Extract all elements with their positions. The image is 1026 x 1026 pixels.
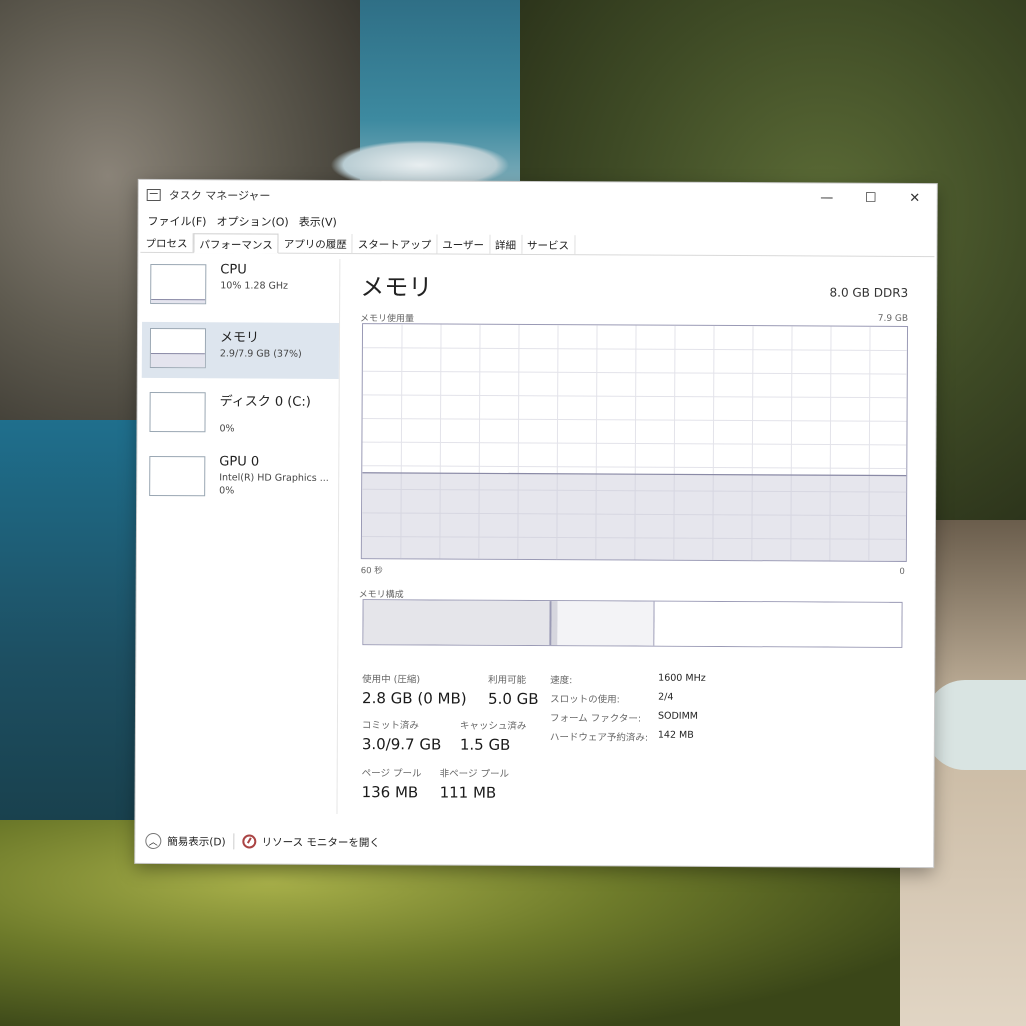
memory-properties: 速度: 1600 MHz スロットの使用: 2/4 フォーム ファクター: SO… <box>550 672 706 744</box>
resource-detail: 2.9/7.9 GB (37%) <box>219 348 302 360</box>
resource-name: CPU <box>220 262 247 278</box>
window-controls: — ☐ ✕ <box>805 183 937 212</box>
fewer-details-button[interactable]: ︿ 簡易表示(D) <box>145 832 226 850</box>
window-title: タスク マネージャー <box>168 189 271 203</box>
tab-services[interactable]: サービス <box>522 234 576 255</box>
composition-in-use <box>363 600 552 646</box>
footer-separator <box>233 833 235 850</box>
stat-paged-pool: ページ プール 136 MB <box>362 765 422 801</box>
tab-details[interactable]: 詳細 <box>490 234 523 254</box>
task-manager-window: タスク マネージャー — ☐ ✕ ファイル(F) オプション(O) 表示(V) … <box>135 179 937 868</box>
resource-item-gpu[interactable]: GPU 0 Intel(R) HD Graphics ... 0% <box>141 450 338 507</box>
menu-view[interactable]: 表示(V) <box>294 212 342 232</box>
composition-free <box>653 601 902 647</box>
resource-name: GPU 0 <box>219 454 260 470</box>
resource-monitor-icon <box>242 834 257 849</box>
stat-label: キャッシュ済み <box>459 720 527 732</box>
disk-mini-graph <box>149 391 206 433</box>
stat-nonpaged-pool: 非ページ プール 111 MB <box>440 765 510 801</box>
resource-name: ディスク 0 (C:) <box>219 394 311 410</box>
stat-available: 利用可能 5.0 GB <box>488 672 539 708</box>
open-resource-monitor-link[interactable]: リソース モニターを開く <box>242 834 380 850</box>
stat-value: 5.0 GB <box>488 689 539 709</box>
resource-list: CPU 10% 1.28 GHz メモリ 2.9/7.9 GB (37%) ディ… <box>139 257 341 814</box>
prop-slots-label: スロットの使用: <box>550 694 620 706</box>
memory-panel: メモリ 8.0 GB DDR3 メモリ使用量 7.9 GB 60 秒 0 メモリ… <box>357 267 914 817</box>
tab-app-history[interactable]: アプリの履歴 <box>278 233 353 254</box>
prop-reserved-value: 142 MB <box>657 729 694 741</box>
stat-value: 2.8 GB (0 MB) <box>362 689 467 708</box>
title-bar[interactable]: タスク マネージャー — ☐ ✕ <box>139 180 937 214</box>
tab-users[interactable]: ユーザー <box>437 234 491 254</box>
memory-usage-svg <box>361 324 909 562</box>
resource-detail: Intel(R) HD Graphics ... <box>219 472 329 484</box>
stat-cached: キャッシュ済み 1.5 GB <box>460 718 527 754</box>
task-manager-icon <box>146 188 161 202</box>
resource-item-cpu[interactable]: CPU 10% 1.28 GHz <box>142 258 339 315</box>
fewer-details-label: 簡易表示(D) <box>167 835 226 848</box>
prop-speed-value: 1600 MHz <box>658 672 706 684</box>
stat-label: コミット済み <box>361 720 419 732</box>
usage-graph-max: 7.9 GB <box>877 313 909 324</box>
prop-slots-value: 2/4 <box>658 691 674 703</box>
stat-value: 1.5 GB <box>459 735 511 754</box>
stat-committed: コミット済み 3.0/9.7 GB <box>362 717 442 753</box>
memory-spec: 8.0 GB DDR3 <box>829 285 909 300</box>
maximize-button[interactable]: ☐ <box>849 184 893 212</box>
menu-file[interactable]: ファイル(F) <box>143 211 212 231</box>
stat-in-use: 使用中 (圧縮) 2.8 GB (0 MB) <box>362 671 467 708</box>
stat-value: 136 MB <box>361 783 419 802</box>
memory-mini-graph <box>149 327 207 369</box>
stat-value: 111 MB <box>439 783 497 802</box>
time-axis-start: 60 秒 <box>360 566 383 577</box>
chevron-up-icon: ︿ <box>145 832 162 850</box>
minimize-button[interactable]: — <box>805 183 849 211</box>
menu-bar: ファイル(F) オプション(O) 表示(V) <box>143 211 342 232</box>
resource-name: メモリ <box>219 330 260 346</box>
gpu-mini-graph <box>149 455 206 497</box>
cpu-mini-graph <box>150 263 207 305</box>
prop-reserved-label: ハードウェア予約済み: <box>549 732 649 744</box>
close-button[interactable]: ✕ <box>893 184 937 212</box>
prop-form-factor-label: フォーム ファクター: <box>549 713 642 725</box>
wallpaper-wave <box>925 680 1026 770</box>
stat-label: 利用可能 <box>488 674 527 686</box>
resource-detail: 0% <box>219 423 235 435</box>
stat-label: 非ページ プール <box>439 768 510 780</box>
tab-processes[interactable]: プロセス <box>140 232 194 253</box>
footer: ︿ 簡易表示(D) リソース モニターを開く <box>145 829 396 854</box>
memory-usage-graph <box>360 323 909 562</box>
time-axis-end: 0 <box>899 566 905 577</box>
tab-performance[interactable]: パフォーマンス <box>193 233 279 254</box>
resource-detail-2: 0% <box>219 485 235 497</box>
memory-usage-area <box>361 472 909 562</box>
resource-item-memory[interactable]: メモリ 2.9/7.9 GB (37%) <box>141 321 340 379</box>
cpu-mini-fill <box>151 299 206 304</box>
resource-item-disk[interactable]: ディスク 0 (C:) 0% <box>141 386 338 443</box>
memory-composition-bar <box>362 599 903 648</box>
prop-form-factor-value: SODIMM <box>657 710 699 722</box>
stat-label: ページ プール <box>361 768 422 780</box>
resource-detail: 10% 1.28 GHz <box>220 280 289 292</box>
stat-value: 3.0/9.7 GB <box>361 735 442 754</box>
menu-options[interactable]: オプション(O) <box>211 211 293 231</box>
tab-bar: プロセス パフォーマンス アプリの履歴 スタートアップ ユーザー 詳細 サービス <box>140 232 935 258</box>
resource-monitor-label: リソース モニターを開く <box>261 836 380 849</box>
tab-startup[interactable]: スタートアップ <box>352 234 438 254</box>
prop-speed-label: 速度: <box>550 675 573 687</box>
stat-label: 使用中 (圧縮) <box>362 674 421 686</box>
composition-standby <box>557 601 655 646</box>
memory-mini-fill <box>150 352 205 368</box>
